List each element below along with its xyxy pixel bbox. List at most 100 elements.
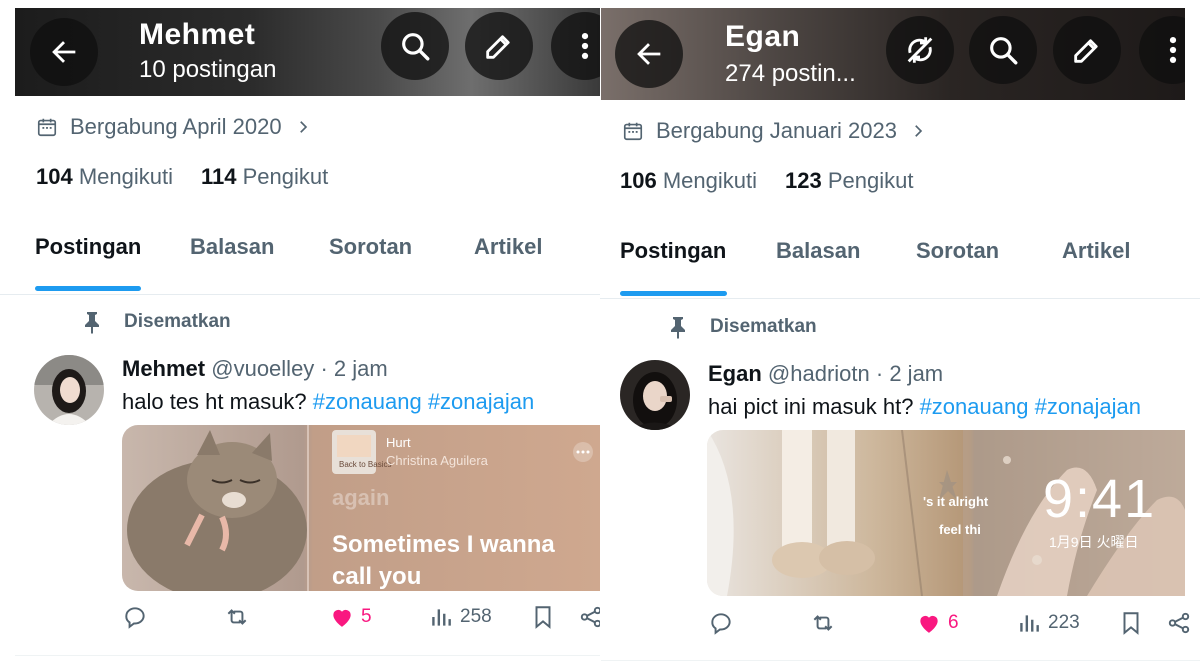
edit-button[interactable] xyxy=(1053,16,1121,84)
retweet-button[interactable] xyxy=(810,610,836,636)
calendar-icon xyxy=(623,122,643,141)
tab-sorotan[interactable]: Sorotan xyxy=(329,234,412,260)
retweet-button[interactable] xyxy=(224,604,250,630)
like-count: 6 xyxy=(948,612,959,633)
heart-icon xyxy=(920,615,938,633)
tab-artikel[interactable]: Artikel xyxy=(474,234,542,260)
retweet-icon xyxy=(227,609,247,625)
tweet-author: Mehmet @vuoelley · 2 jam xyxy=(122,356,388,382)
divider xyxy=(15,655,600,656)
reply-button[interactable] xyxy=(708,610,734,636)
back-button[interactable] xyxy=(615,20,683,88)
view-count: 258 xyxy=(460,606,492,627)
following-stat[interactable]: 104 Mengikuti xyxy=(36,164,173,190)
profile-header: Mehmet 10 postingan xyxy=(15,8,600,96)
pinned-label: Disematkan xyxy=(80,310,231,334)
views-icon xyxy=(432,609,451,626)
tab-sorotan[interactable]: Sorotan xyxy=(916,238,999,264)
followers-label: Pengikut xyxy=(242,164,329,189)
back-arrow-icon xyxy=(52,41,76,63)
followers-stat[interactable]: 123 Pengikut xyxy=(785,168,913,194)
tab-postingan[interactable]: Postingan xyxy=(620,238,726,264)
no-sync-icon xyxy=(907,37,933,63)
bookmark-button[interactable] xyxy=(1118,610,1144,636)
pin-icon xyxy=(671,317,685,339)
pinned-label: Disematkan xyxy=(666,315,817,339)
song-artist: Christina Aguilera xyxy=(386,453,488,468)
tab-postingan[interactable]: Postingan xyxy=(35,234,141,260)
joined-date[interactable]: Bergabung Januari 2023 xyxy=(622,118,927,144)
profile-panel-right: Egan 274 postin... Bergabung Januari 202… xyxy=(600,0,1200,671)
tweet-body: hai pict ini masuk ht? xyxy=(708,394,914,419)
profile-tabs: Postingan Balasan Sorotan Artikel xyxy=(0,220,600,295)
avatar[interactable] xyxy=(620,360,690,430)
following-count: 104 xyxy=(36,164,73,189)
joined-text: Bergabung Januari 2023 xyxy=(656,118,897,143)
tweet-actions: 5 258 xyxy=(0,604,600,644)
tweet-author: Egan @hadriotn · 2 jam xyxy=(708,361,943,387)
more-button[interactable] xyxy=(551,12,600,80)
share-icon xyxy=(1168,612,1190,634)
tweet-body: halo tes ht masuk? xyxy=(122,389,307,414)
search-button[interactable] xyxy=(381,12,449,80)
followers-label: Pengikut xyxy=(827,168,914,193)
following-stat[interactable]: 106 Mengikuti xyxy=(620,168,757,194)
tweet-text: halo tes ht masuk? #zonauang #zonajajan xyxy=(122,389,534,415)
edit-icon xyxy=(486,35,510,59)
tab-balasan[interactable]: Balasan xyxy=(776,238,860,264)
views-button[interactable]: 258 xyxy=(428,604,492,630)
search-icon xyxy=(402,33,430,61)
joined-date[interactable]: Bergabung April 2020 xyxy=(36,114,312,140)
author-handle[interactable]: @vuoelley xyxy=(211,356,314,381)
pinned-text: Disematkan xyxy=(124,311,231,332)
hashtag-link[interactable]: #zonauang xyxy=(920,394,1029,419)
hashtag-link[interactable]: #zonajajan xyxy=(428,389,534,414)
chevron-right-icon xyxy=(915,125,923,137)
share-button[interactable] xyxy=(578,604,600,630)
more-button[interactable] xyxy=(1139,16,1185,84)
followers-stat[interactable]: 114 Pengikut xyxy=(201,164,328,190)
avatar[interactable] xyxy=(34,355,104,425)
hashtag-link[interactable]: #zonauang xyxy=(313,389,422,414)
pin-icon xyxy=(85,312,99,334)
pinned-text: Disematkan xyxy=(710,316,817,337)
overlay-text-1: 's it alright xyxy=(923,494,989,509)
search-button[interactable] xyxy=(969,16,1037,84)
author-name[interactable]: Egan xyxy=(708,361,762,386)
tweet-media[interactable]: 's it alright feel thi 9:41 1月9日 火曜日 xyxy=(707,430,1185,596)
bookmark-button[interactable] xyxy=(530,604,556,630)
hashtag-link[interactable]: #zonajajan xyxy=(1035,394,1141,419)
like-button[interactable]: 6 xyxy=(916,610,959,636)
tweet-text: hai pict ini masuk ht? #zonauang #zonaja… xyxy=(708,394,1141,420)
divider xyxy=(601,660,1200,661)
following-label: Mengikuti xyxy=(78,164,173,189)
bookmark-icon xyxy=(535,606,551,629)
follow-stats: 106 Mengikuti 123 Pengikut xyxy=(620,168,913,194)
edit-button[interactable] xyxy=(465,12,533,80)
tab-artikel[interactable]: Artikel xyxy=(1062,238,1130,264)
no-sync-button[interactable] xyxy=(886,16,954,84)
bookmark-icon xyxy=(1123,612,1139,635)
lyric-line-1: Sometimes I wanna xyxy=(332,531,555,558)
lockscreen-date: 1月9日 火曜日 xyxy=(1049,534,1139,550)
profile-panel-left: Mehmet 10 postingan Bergabung April 2020… xyxy=(0,0,600,671)
tab-balasan[interactable]: Balasan xyxy=(190,234,274,260)
author-handle[interactable]: @hadriotn xyxy=(768,361,870,386)
author-name[interactable]: Mehmet xyxy=(122,356,205,381)
views-button[interactable]: 223 xyxy=(1016,610,1080,636)
following-count: 106 xyxy=(620,168,657,193)
active-tab-indicator xyxy=(620,291,727,296)
search-icon xyxy=(990,37,1018,65)
more-icon xyxy=(581,32,589,60)
share-button[interactable] xyxy=(1166,610,1192,636)
reply-button[interactable] xyxy=(122,604,148,630)
edit-icon xyxy=(1074,39,1098,63)
profile-tabs: Postingan Balasan Sorotan Artikel xyxy=(600,224,1200,299)
profile-name-title: Mehmet xyxy=(139,18,256,51)
tweet-media[interactable]: Back to Basics Hurt Christina Aguilera a… xyxy=(122,425,600,591)
like-button[interactable]: 5 xyxy=(329,604,372,630)
views-icon xyxy=(1020,615,1039,632)
back-button[interactable] xyxy=(30,18,98,86)
retweet-icon xyxy=(813,615,833,631)
back-arrow-icon xyxy=(637,43,661,65)
